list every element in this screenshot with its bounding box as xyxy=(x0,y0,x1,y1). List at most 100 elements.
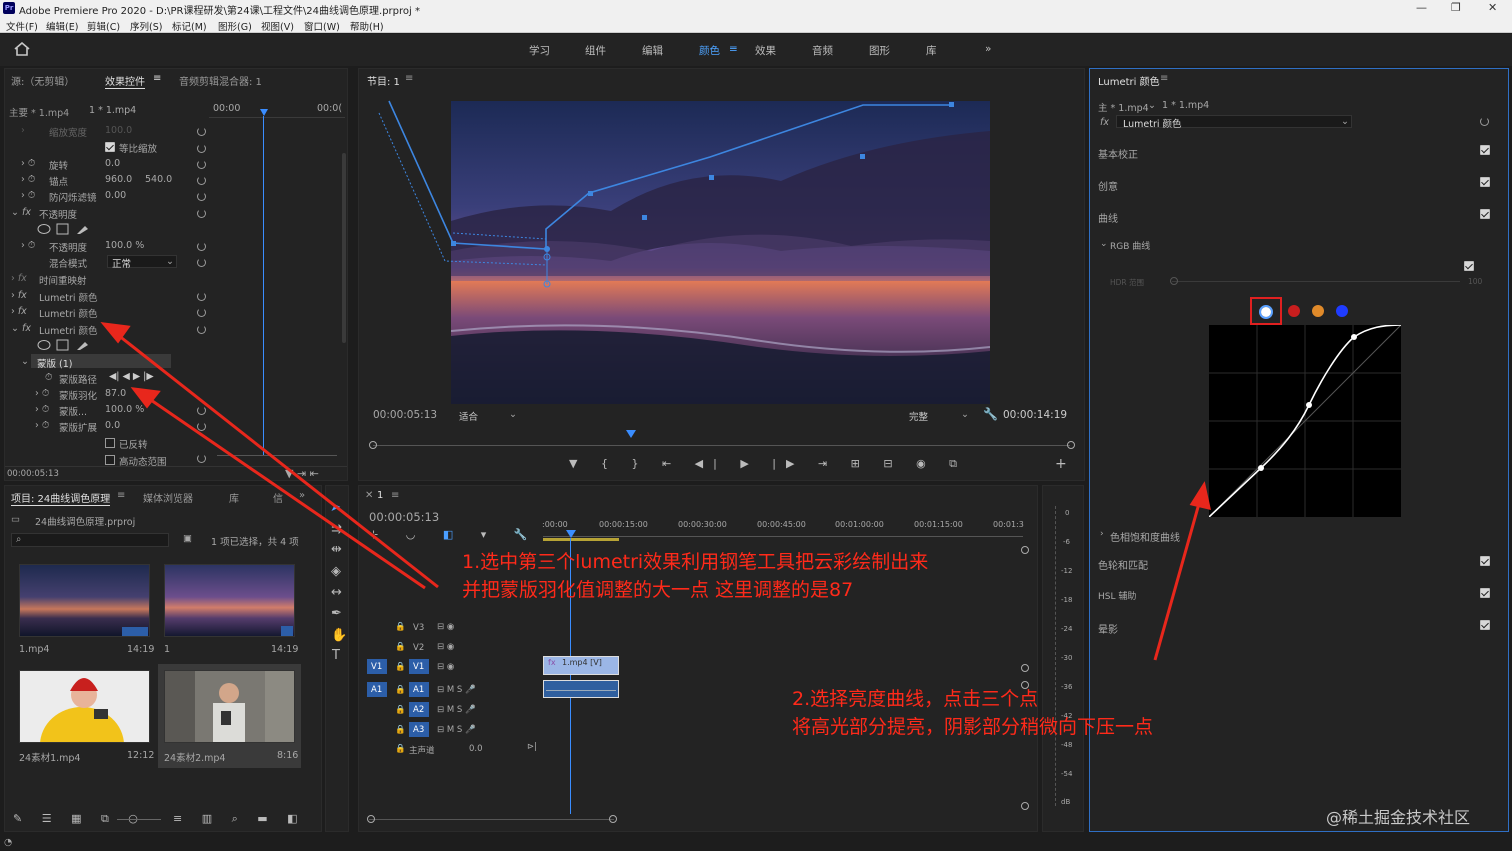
reset-icon[interactable] xyxy=(197,292,206,301)
blend-mode-select[interactable]: 正常 ⌄ xyxy=(107,255,177,270)
red-channel-button[interactable] xyxy=(1288,305,1300,317)
reset-icon[interactable] xyxy=(197,144,206,153)
section-vignette[interactable]: 晕影 xyxy=(1098,621,1118,636)
add-button-icon[interactable]: + xyxy=(1055,456,1067,472)
thumbnail-size-slider[interactable] xyxy=(117,819,161,820)
lumetri-menu-icon[interactable]: ≡ xyxy=(1160,73,1168,84)
anchor-y-value[interactable]: 540.0 xyxy=(145,174,172,185)
workspace-audio[interactable]: 音频 xyxy=(812,43,833,58)
hand-tool-icon[interactable]: ✋ xyxy=(331,628,347,643)
slip-tool-icon[interactable]: ↔ xyxy=(331,585,342,600)
tab-effect-controls[interactable]: 效果控件 xyxy=(105,73,145,89)
reset-icon[interactable] xyxy=(197,308,206,317)
workspace-assembly[interactable]: 组件 xyxy=(585,43,606,58)
luma-channel-button[interactable] xyxy=(1259,305,1273,319)
mask-expand-value[interactable]: 0.0 xyxy=(105,420,120,431)
mask-tools-icons[interactable] xyxy=(37,223,97,235)
ripple-edit-tool-icon[interactable]: ⇹ xyxy=(331,542,342,557)
time-remap-label[interactable]: 时间重映射 xyxy=(39,273,87,287)
blue-channel-button[interactable] xyxy=(1336,305,1348,317)
reset-icon[interactable] xyxy=(197,406,206,415)
reset-icon[interactable] xyxy=(197,192,206,201)
video-clip[interactable]: fx 1.mp4 [V] xyxy=(543,656,619,675)
timeline-tools[interactable]: ⊹ ◡ ◧ ▾ 🔧 xyxy=(369,528,539,541)
transport-controls[interactable]: ▼ { } ⇤ ◀| ▶ |▶ ⇥ ⊞ ⊟ ◉ ⧉ xyxy=(569,457,967,471)
more-panels-icon[interactable]: » xyxy=(299,490,305,501)
home-icon[interactable] xyxy=(14,42,30,56)
thumbnail-24sucai2[interactable] xyxy=(164,670,295,743)
program-playhead[interactable] xyxy=(626,430,636,438)
thumbnail-24sucai1[interactable] xyxy=(19,670,150,743)
project-menu-icon[interactable]: ≡ xyxy=(117,490,125,501)
green-channel-button[interactable] xyxy=(1312,305,1324,317)
menu-help[interactable]: 帮助(H) xyxy=(350,19,384,33)
master-track[interactable]: 主声道 xyxy=(409,744,435,756)
menu-view[interactable]: 视图(V) xyxy=(261,19,294,33)
sequence-clip-label[interactable]: 1 * 1.mp4 xyxy=(89,105,136,116)
reset-icon[interactable] xyxy=(197,160,206,169)
workspace-libraries[interactable]: 库 xyxy=(926,43,937,58)
hdr-checkbox[interactable] xyxy=(105,455,115,465)
tab-media-browser[interactable]: 媒体浏览器 xyxy=(143,490,193,505)
opacity-group-label[interactable]: 不透明度 xyxy=(39,207,77,221)
rotation-value[interactable]: 0.0 xyxy=(105,158,120,169)
color-wheels-checkbox[interactable] xyxy=(1480,556,1490,566)
track-v3[interactable]: V3 xyxy=(413,623,424,633)
mask-path-overlay[interactable] xyxy=(359,89,1086,329)
lumetri-effect-2[interactable]: Lumetri 颜色 xyxy=(39,306,98,320)
tab-libraries[interactable]: 库 xyxy=(229,490,239,505)
menu-marker[interactable]: 标记(M) xyxy=(172,19,207,33)
track-select-tool-icon[interactable]: ⇉ xyxy=(331,522,342,537)
work-area-bar[interactable] xyxy=(543,538,619,541)
menu-sequence[interactable]: 序列(S) xyxy=(130,19,162,33)
program-time-ruler[interactable] xyxy=(373,445,1070,446)
playhead-marker[interactable] xyxy=(260,109,268,116)
section-hue-sat-curves[interactable]: 色相饱和度曲线 xyxy=(1110,529,1180,544)
quality-select[interactable]: 完整 xyxy=(909,409,928,423)
item-name[interactable]: 1 xyxy=(164,644,170,655)
menu-file[interactable]: 文件(F) xyxy=(6,19,38,33)
timeline-timecode[interactable]: 00:00:05:13 xyxy=(369,510,439,524)
thumbnail-sequence-1[interactable] xyxy=(164,564,295,637)
basic-correction-checkbox[interactable] xyxy=(1480,145,1490,155)
lumetri-effect-1[interactable]: Lumetri 颜色 xyxy=(39,290,98,304)
lumetri-effect-3[interactable]: Lumetri 颜色 xyxy=(39,323,98,337)
type-tool-icon[interactable]: T xyxy=(332,648,340,663)
tab-audio-mixer[interactable]: 音频剪辑混合器: 1 xyxy=(179,73,262,88)
timeline-close-icon[interactable]: ✕ xyxy=(365,490,373,501)
filter-icon[interactable]: ▼ ⇥ ⇤ xyxy=(285,467,319,480)
mask-label[interactable]: 蒙版 (1) xyxy=(37,356,72,370)
item-name[interactable]: 24素材2.mp4 xyxy=(164,750,225,764)
section-basic-correction[interactable]: 基本校正 xyxy=(1098,146,1138,161)
rgb-curves-label[interactable]: RGB 曲线 xyxy=(1110,239,1150,252)
item-name[interactable]: 1.mp4 xyxy=(19,644,49,655)
creative-checkbox[interactable] xyxy=(1480,177,1490,187)
pen-tool-icon[interactable]: ✒ xyxy=(331,606,342,621)
tab-info[interactable]: 信 xyxy=(273,490,283,505)
project-search-input[interactable]: ⌕ xyxy=(11,533,169,547)
section-color-wheels[interactable]: 色轮和匹配 xyxy=(1098,557,1148,572)
reset-icon[interactable] xyxy=(197,258,206,267)
new-bin-icon[interactable]: ▣ xyxy=(183,533,192,544)
item-name[interactable]: 24素材1.mp4 xyxy=(19,750,80,764)
lumetri-master[interactable]: 主 * 1.mp4 xyxy=(1098,100,1149,114)
minimize-icon[interactable]: — xyxy=(1416,1,1427,14)
mask-opacity-value[interactable]: 100.0 % xyxy=(105,404,144,415)
tab-source[interactable]: 源:（无剪辑） xyxy=(11,73,74,88)
menu-window[interactable]: 窗口(W) xyxy=(304,19,340,33)
workspace-color[interactable]: 颜色 xyxy=(699,43,720,58)
menu-clip[interactable]: 剪辑(C) xyxy=(87,19,120,33)
section-creative[interactable]: 创意 xyxy=(1098,178,1118,193)
reset-icon[interactable] xyxy=(197,454,206,463)
tab-menu-icon[interactable]: ≡ xyxy=(153,73,161,84)
reset-icon[interactable] xyxy=(197,325,206,334)
timeline-scrollbar[interactable] xyxy=(369,819,614,820)
zoom-scrollbar[interactable] xyxy=(217,455,337,456)
workspace-menu-icon[interactable]: ≡ xyxy=(729,43,738,55)
lumetri-effect-select[interactable]: Lumetri 颜色 ⌄ xyxy=(1116,115,1352,130)
workspace-learning[interactable]: 学习 xyxy=(529,43,550,58)
rgb-curves-checkbox[interactable] xyxy=(1464,261,1474,271)
workspace-graphics[interactable]: 图形 xyxy=(869,43,890,58)
anti-flicker-value[interactable]: 0.00 xyxy=(105,190,126,201)
track-v2[interactable]: V2 xyxy=(413,643,424,653)
